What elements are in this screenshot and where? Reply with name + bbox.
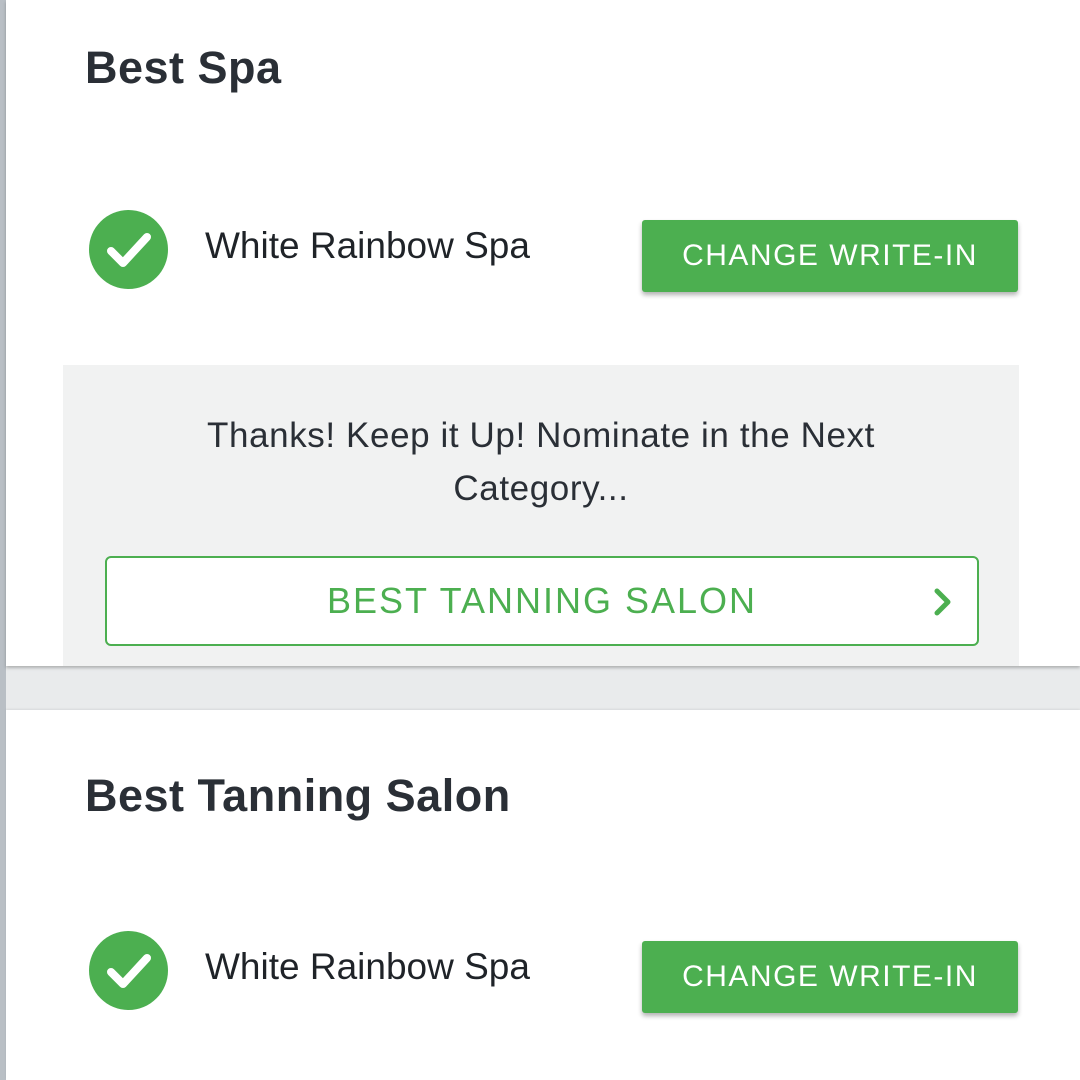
nomination-row: White Rainbow Spa CHANGE WRITE-IN xyxy=(6,923,1080,1019)
nominee-name: White Rainbow Spa xyxy=(205,946,530,987)
change-write-in-button[interactable]: CHANGE WRITE-IN xyxy=(642,220,1018,292)
next-category-panel: Thanks! Keep it Up! Nominate in the Next… xyxy=(63,365,1019,666)
category-title: Best Spa xyxy=(85,42,282,93)
next-category-button[interactable]: BEST TANNING SALON xyxy=(105,556,979,646)
category-card-best-tanning-salon: Best Tanning Salon White Rainbow Spa CHA… xyxy=(6,710,1080,1080)
checkmark-circle-icon xyxy=(89,210,168,289)
checkmark-circle-icon xyxy=(89,931,168,1010)
next-category-label: BEST TANNING SALON xyxy=(326,580,758,621)
nominee-name: White Rainbow Spa xyxy=(205,225,530,266)
next-category-message: Thanks! Keep it Up! Nominate in the Next… xyxy=(207,416,875,508)
category-card-best-spa: Best Spa White Rainbow Spa CHANGE WRITE-… xyxy=(6,0,1080,666)
change-write-in-button[interactable]: CHANGE WRITE-IN xyxy=(642,941,1018,1013)
category-title: Best Tanning Salon xyxy=(85,770,511,821)
nomination-row: White Rainbow Spa CHANGE WRITE-IN xyxy=(6,202,1080,298)
chevron-right-icon xyxy=(934,588,951,616)
